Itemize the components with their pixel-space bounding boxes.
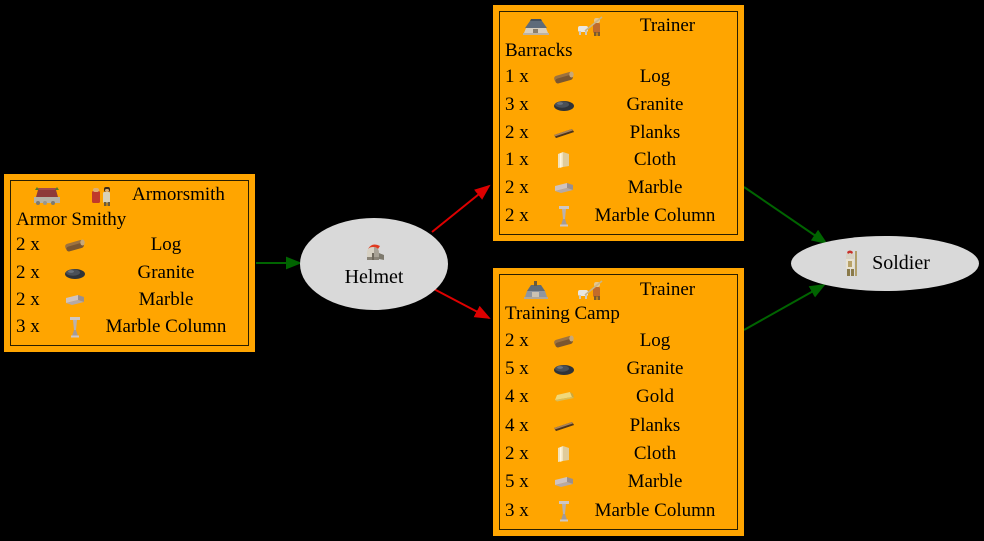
cost-name: Log (639, 65, 671, 87)
cost-row: 2 x Granite (15, 259, 244, 286)
marble-icon (549, 180, 579, 196)
cloth-icon (549, 150, 579, 170)
cost-qty: 2 x (16, 234, 40, 256)
training-camp-subtitle: Training Camp (505, 303, 620, 325)
cost-row: 2 x Marble Column (504, 202, 733, 230)
cost-qty: 2 x (505, 443, 529, 465)
cost-qty: 3 x (505, 499, 529, 521)
node-soldier[interactable]: Soldier (791, 236, 979, 291)
cost-name: Marble (627, 177, 683, 199)
cost-row: 2 x Planks (504, 119, 733, 147)
node-barracks[interactable]: Trainer Barracks 1 x Log 3 x Granite 2 x… (493, 5, 744, 241)
cost-row: 4 x Gold (504, 383, 733, 411)
armor-smithy-building-icon (29, 185, 65, 206)
barracks-subtitle: Barracks (505, 39, 573, 61)
cost-name: Gold (636, 386, 674, 408)
cost-qty: 1 x (505, 149, 529, 171)
cost-qty: 2 x (505, 121, 529, 143)
cost-row: 2 x Cloth (504, 440, 733, 468)
cost-row: 2 x Marble (504, 174, 733, 202)
granite-icon (549, 361, 579, 377)
armor-smithy-title: Armorsmith (132, 184, 225, 206)
training-camp-building-icon (518, 280, 554, 300)
marble-column-icon (549, 500, 579, 522)
cost-name: Marble (138, 288, 194, 310)
gold-icon (549, 389, 579, 405)
log-icon (549, 333, 579, 349)
node-training-camp[interactable]: Trainer Training Camp 2 x Log 5 x Granit… (493, 268, 744, 536)
cost-name: Marble Column (105, 316, 227, 338)
cost-row: 2 x Log (504, 326, 733, 354)
cost-qty: 1 x (505, 65, 529, 87)
soldier-label: Soldier (872, 252, 930, 274)
cost-qty: 5 x (505, 471, 529, 493)
granite-icon (60, 265, 90, 281)
cost-name: Log (639, 329, 671, 351)
barracks-header: Trainer (504, 14, 733, 39)
cloth-icon (549, 444, 579, 464)
cost-row: 3 x Granite (504, 91, 733, 119)
cost-row: 1 x Log (504, 63, 733, 91)
planks-icon (549, 418, 579, 434)
planks-icon (549, 125, 579, 141)
marble-icon (60, 292, 90, 308)
cost-row: 3 x Marble Column (504, 497, 733, 525)
cost-name: Marble Column (594, 205, 716, 227)
cost-row: 5 x Granite (504, 355, 733, 383)
cost-qty: 4 x (505, 414, 529, 436)
cost-row: 3 x Marble Column (15, 314, 244, 341)
edge-training-camp-to-soldier (743, 284, 826, 331)
cost-qty: 2 x (16, 261, 40, 283)
edge-helmet-to-barracks (431, 184, 491, 233)
training-camp-header: Trainer (504, 277, 733, 302)
edge-barracks-to-soldier (743, 186, 828, 245)
cost-qty: 2 x (16, 288, 40, 310)
cost-qty: 5 x (505, 357, 529, 379)
cost-row: 2 x Marble (15, 286, 244, 313)
cost-name: Planks (629, 414, 681, 436)
marble-icon (549, 474, 579, 490)
cost-row: 5 x Marble (504, 468, 733, 496)
cost-name: Marble Column (594, 499, 716, 521)
cost-row: 4 x Planks (504, 412, 733, 440)
cost-qty: 3 x (505, 93, 529, 115)
log-icon (549, 69, 579, 85)
armor-smithy-header: Armorsmith (15, 183, 244, 208)
cost-name: Granite (137, 261, 195, 283)
cost-name: Log (150, 234, 182, 256)
trainer-worker-icon (574, 15, 608, 37)
cost-qty: 2 x (505, 177, 529, 199)
cost-name: Cloth (633, 443, 677, 465)
cost-qty: 2 x (505, 329, 529, 351)
production-graph: Armorsmith Armor Smithy 2 x Log 2 x Gran… (0, 0, 984, 541)
marble-column-icon (549, 205, 579, 227)
cost-qty: 4 x (505, 386, 529, 408)
node-armor-smithy[interactable]: Armorsmith Armor Smithy 2 x Log 2 x Gran… (4, 174, 255, 352)
armor-smithy-subtitle: Armor Smithy (16, 208, 127, 230)
cost-row: 1 x Cloth (504, 146, 733, 174)
marble-column-icon (60, 316, 90, 338)
node-helmet[interactable]: Helmet (300, 218, 448, 310)
log-icon (60, 237, 90, 253)
cost-qty: 3 x (16, 316, 40, 338)
cost-name: Granite (626, 357, 684, 379)
cost-name: Planks (629, 121, 681, 143)
cost-name: Granite (626, 93, 684, 115)
trainer-worker-icon (574, 279, 608, 301)
barracks-title: Trainer (639, 15, 696, 37)
cost-row: 2 x Log (15, 232, 244, 259)
helmet-label: Helmet (344, 265, 404, 288)
armorsmith-worker-icon (85, 184, 119, 207)
edge-helmet-to-training-camp (431, 287, 491, 319)
barracks-building-icon (518, 16, 554, 36)
cost-name: Marble (627, 471, 683, 493)
soldier-icon (840, 250, 862, 278)
helmet-icon (360, 241, 388, 267)
cost-name: Cloth (633, 149, 677, 171)
training-camp-title: Trainer (639, 278, 696, 300)
cost-qty: 2 x (505, 205, 529, 227)
granite-icon (549, 97, 579, 113)
